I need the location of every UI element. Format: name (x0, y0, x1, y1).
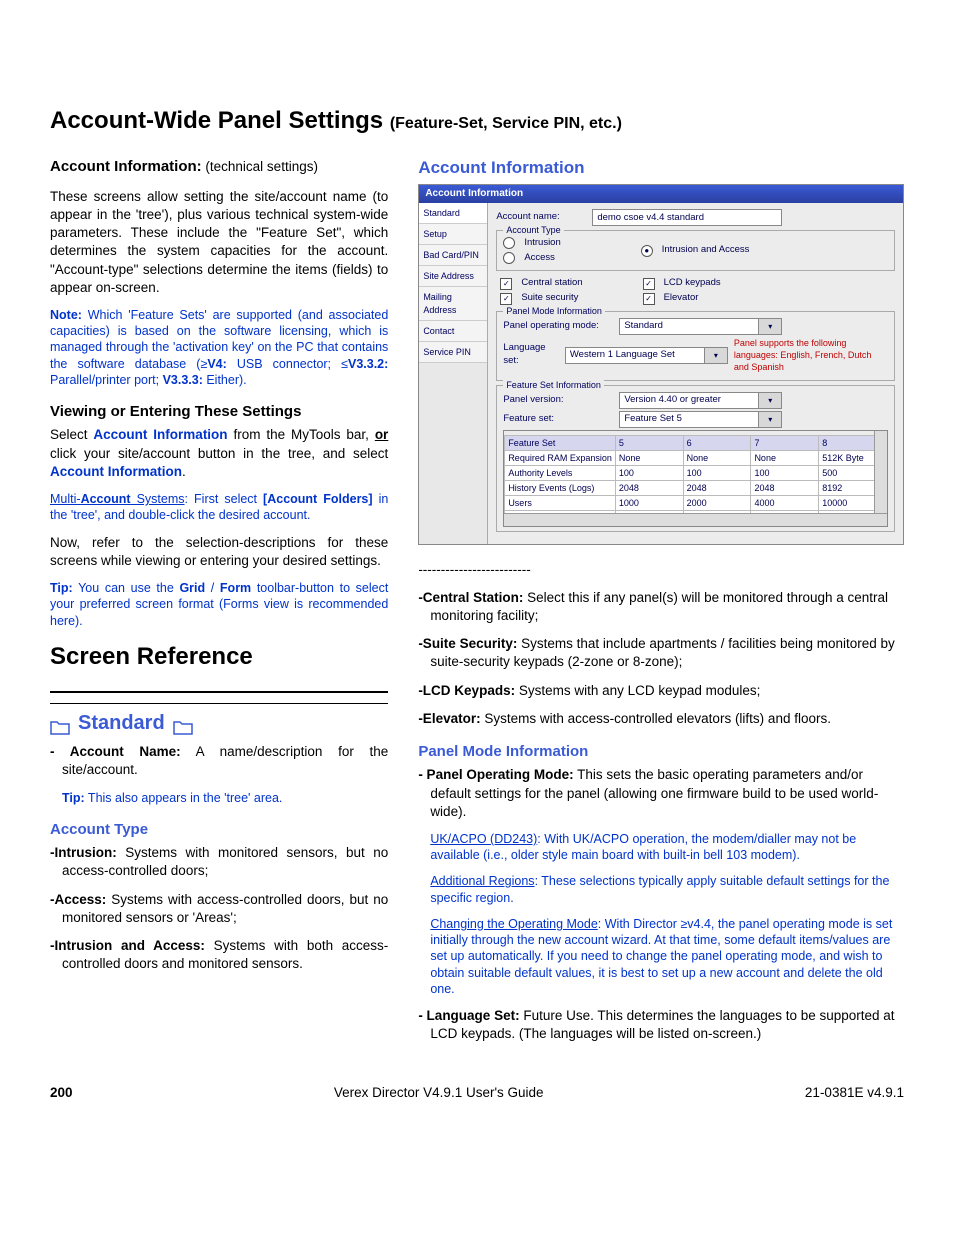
tab-standard[interactable]: Standard (419, 203, 487, 224)
chevron-down-icon: ▾ (758, 412, 781, 427)
tab-badcard[interactable]: Bad Card/PIN (419, 245, 487, 266)
page-footer: 200 Verex Director V4.9.1 User's Guide 2… (50, 1084, 904, 1102)
standard-header: Standard (50, 710, 388, 737)
folder-icon (173, 716, 193, 732)
hscrollbar[interactable] (504, 513, 887, 526)
tab-setup[interactable]: Setup (419, 224, 487, 245)
chevron-down-icon: ▾ (758, 393, 781, 408)
tab-mailaddr[interactable]: Mailing Address (419, 287, 487, 320)
check-elev[interactable]: ✓ (643, 293, 655, 305)
left-column: Account Information: (technical settings… (50, 157, 388, 1053)
right-column: Account Information Account Information … (418, 157, 904, 1053)
page-title: Account-Wide Panel Settings (Feature-Set… (50, 105, 904, 137)
radio-intracc[interactable]: ● (641, 245, 653, 257)
tab-siteaddr[interactable]: Site Address (419, 266, 487, 287)
check-suite[interactable]: ✓ (500, 293, 512, 305)
check-lcd[interactable]: ✓ (643, 278, 655, 290)
radio-access[interactable] (503, 252, 515, 264)
radio-intrusion[interactable] (503, 237, 515, 249)
chevron-down-icon: ▾ (758, 319, 781, 334)
folder-icon (50, 716, 70, 732)
panel-mode-select[interactable]: Standard▾ (619, 318, 782, 335)
feature-table: Feature Set5678 Required RAM ExpansionNo… (503, 430, 888, 527)
tab-servicepin[interactable]: Service PIN (419, 342, 487, 363)
side-tabs: Standard Setup Bad Card/PIN Site Address… (419, 203, 488, 544)
check-central[interactable]: ✓ (500, 278, 512, 290)
feature-set-select[interactable]: Feature Set 5▾ (619, 411, 782, 428)
app-screenshot: Account Information Standard Setup Bad C… (418, 184, 904, 544)
panel-version-select[interactable]: Version 4.40 or greater▾ (619, 392, 782, 409)
account-name-field[interactable]: demo csoe v4.4 standard (592, 209, 782, 226)
vscrollbar[interactable] (874, 431, 887, 526)
tab-contact[interactable]: Contact (419, 321, 487, 342)
chevron-down-icon: ▾ (704, 348, 727, 363)
language-select[interactable]: Western 1 Language Set▾ (565, 347, 728, 364)
